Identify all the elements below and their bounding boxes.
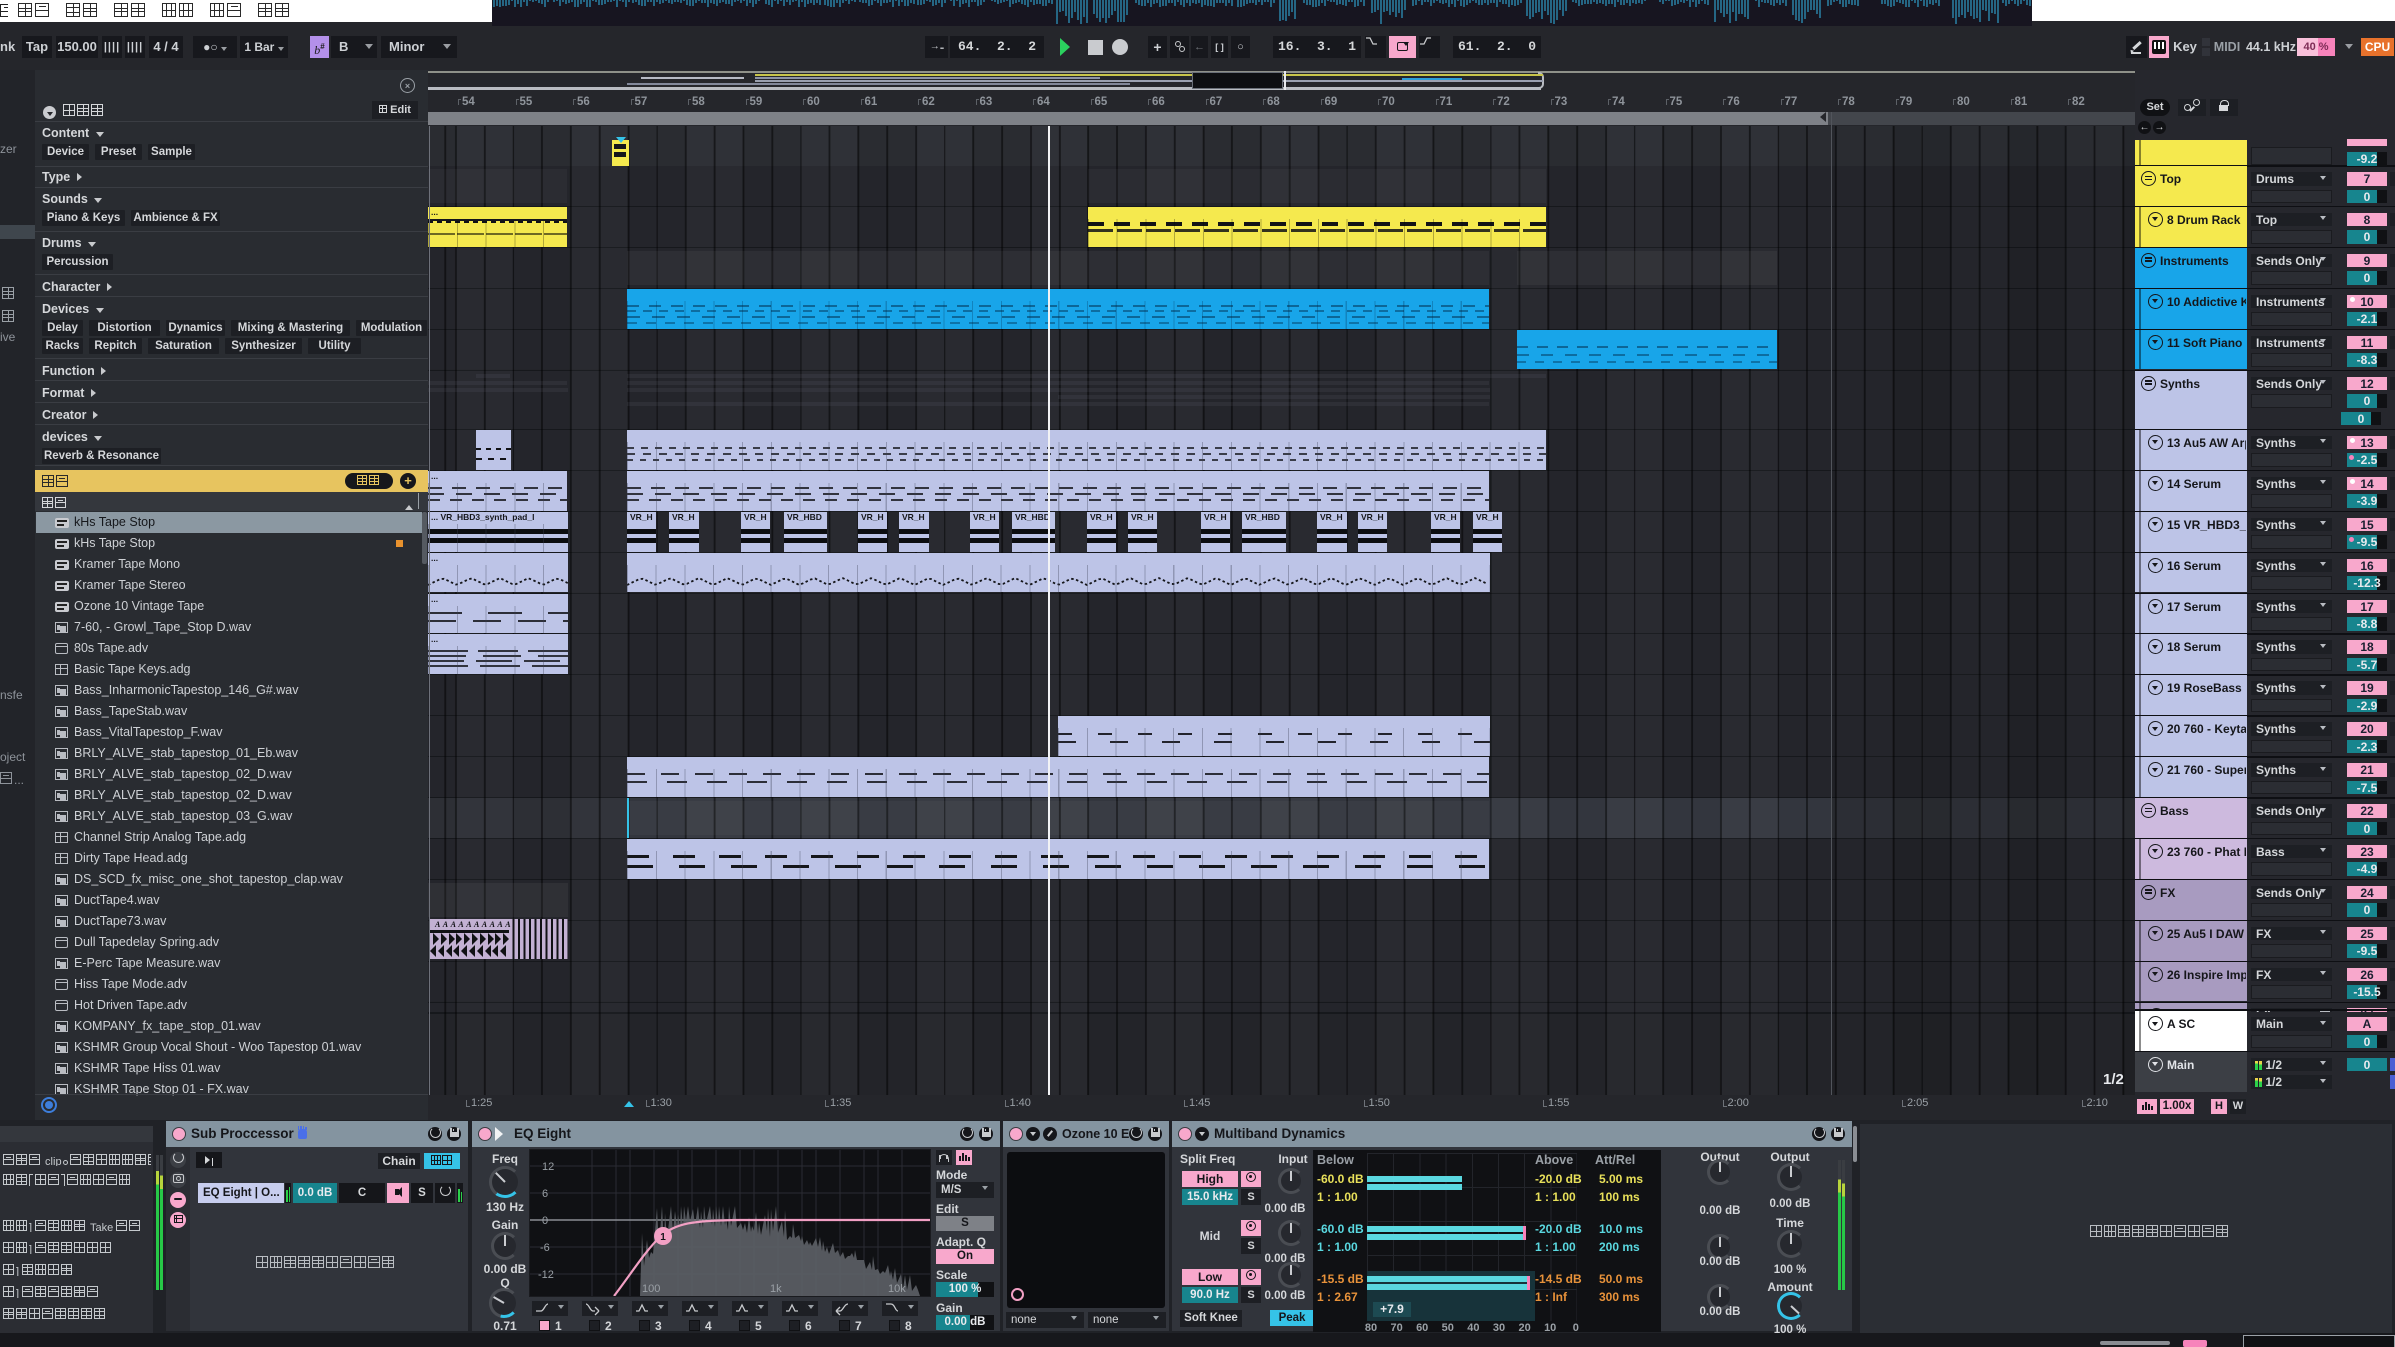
svg-text:100: 100	[642, 1283, 660, 1295]
svg-text:6: 6	[542, 1188, 548, 1200]
svg-text:-12: -12	[538, 1269, 554, 1281]
svg-text:10k: 10k	[888, 1283, 906, 1295]
svg-text:1: 1	[660, 1232, 666, 1243]
svg-text:12: 12	[542, 1161, 554, 1173]
svg-text:0: 0	[542, 1215, 548, 1227]
svg-text:1k: 1k	[770, 1283, 782, 1295]
svg-text:-6: -6	[540, 1242, 550, 1254]
